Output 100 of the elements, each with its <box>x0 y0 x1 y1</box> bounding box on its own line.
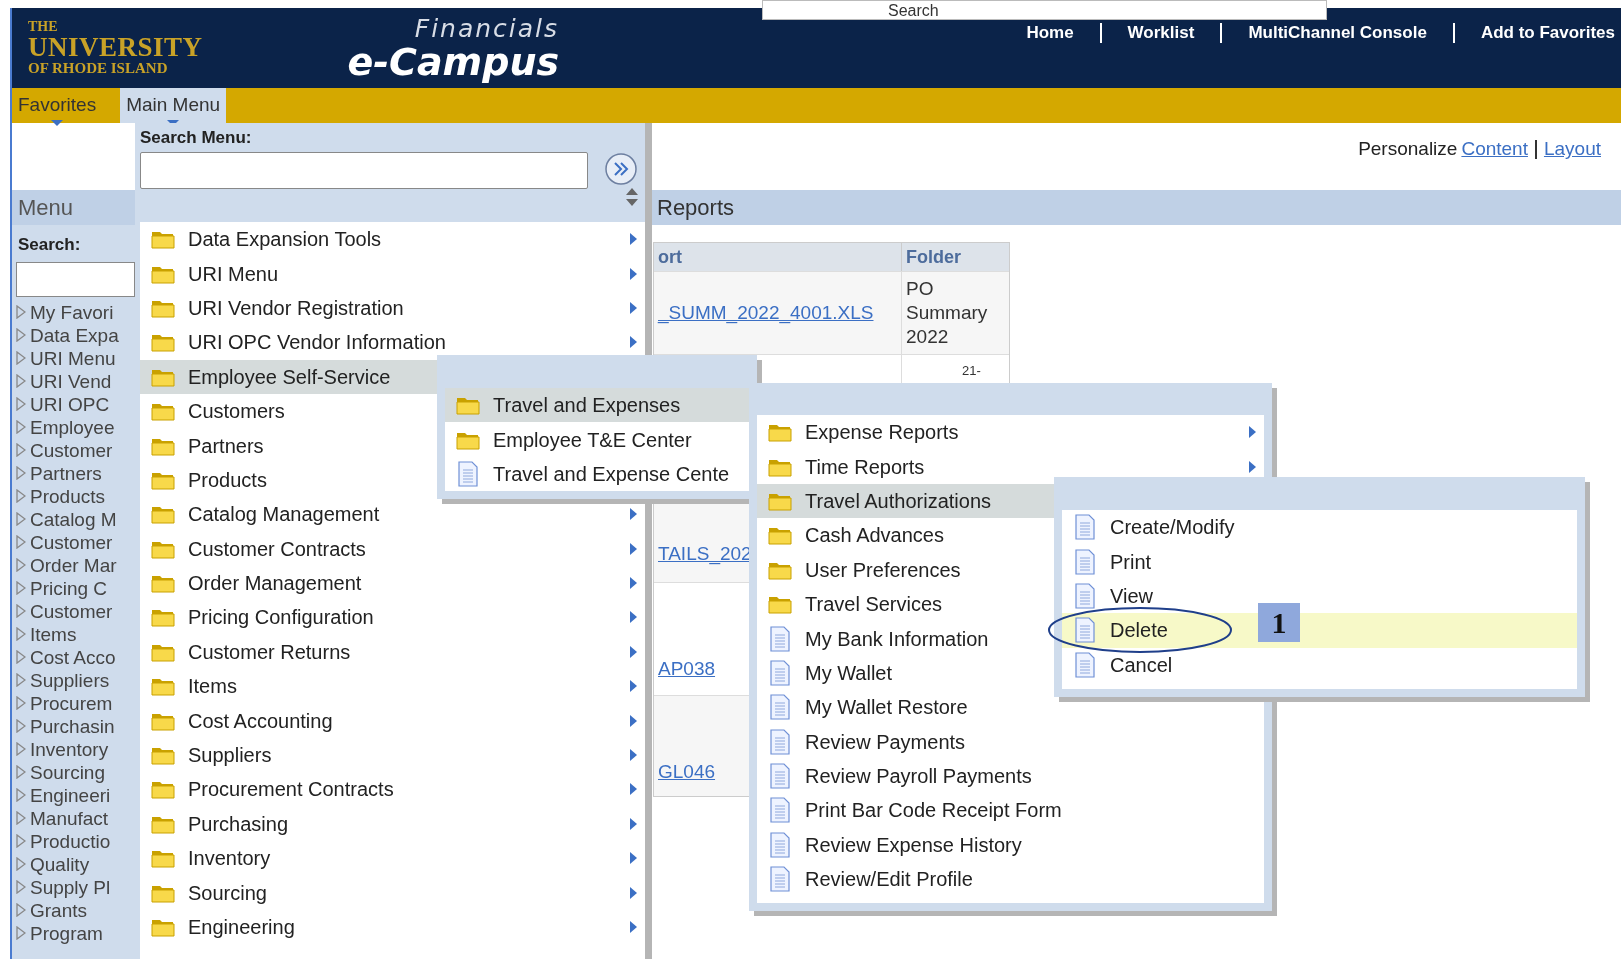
search-field[interactable] <box>16 261 135 297</box>
expand-triangle-icon[interactable] <box>16 857 26 871</box>
tree-item[interactable]: Catalog M <box>30 509 117 529</box>
expand-triangle-icon[interactable] <box>16 834 26 848</box>
expand-triangle-icon[interactable] <box>16 581 26 595</box>
expand-triangle-icon[interactable] <box>16 397 26 411</box>
tree-item[interactable]: Employee <box>30 417 115 437</box>
tree-item[interactable]: Quality <box>30 854 90 874</box>
report-link[interactable]: TAILS_202 <box>658 539 752 568</box>
expand-triangle-icon[interactable] <box>16 351 26 365</box>
document-icon <box>770 728 790 755</box>
tree-item[interactable]: Customer <box>30 532 113 552</box>
menu-item-label: Pricing Configuration <box>188 607 374 628</box>
personalize-link[interactable]: Content <box>1461 135 1528 164</box>
tree-item[interactable]: Procurem <box>30 693 113 713</box>
folder-icon <box>151 745 175 766</box>
expand-triangle-icon[interactable] <box>16 627 26 641</box>
expand-triangle-icon[interactable] <box>16 512 26 526</box>
tree-item[interactable]: Productio <box>30 831 111 851</box>
tree-item[interactable]: Order Mar <box>30 555 117 575</box>
menu-item-label: URI OPC Vendor Information <box>188 332 446 353</box>
document-icon <box>458 460 478 487</box>
expand-triangle-icon[interactable] <box>16 650 26 664</box>
search-field[interactable] <box>140 152 588 189</box>
report-link[interactable]: _SUMM_2022_4001.XLS <box>658 298 874 328</box>
tree-item[interactable]: Products <box>30 486 105 506</box>
menu-item-label: Suppliers <box>188 745 272 766</box>
expand-triangle-icon[interactable] <box>16 765 26 779</box>
tree-item[interactable]: URI Menu <box>30 348 116 368</box>
document-icon <box>770 694 790 721</box>
expand-triangle-icon[interactable] <box>16 788 26 802</box>
folder-icon <box>768 525 792 546</box>
expand-triangle-icon[interactable] <box>16 466 26 480</box>
report-link[interactable]: AP038 <box>658 654 716 683</box>
search-label: Search Menu: <box>140 128 253 148</box>
nav-link[interactable]: Worklist <box>1099 23 1221 43</box>
personalize-label: Personalize <box>1358 137 1458 162</box>
tree-item[interactable]: Purchasin <box>30 716 115 736</box>
menu-tab[interactable]: Favorites <box>12 88 103 123</box>
tree-item[interactable]: Data Expa <box>30 325 119 345</box>
tree-item[interactable]: Inventory <box>30 739 109 759</box>
tree-item[interactable]: Manufact <box>30 808 109 828</box>
expand-triangle-icon[interactable] <box>16 719 26 733</box>
expand-triangle-icon[interactable] <box>16 880 26 894</box>
folder-icon <box>151 229 175 250</box>
search-go-icon[interactable] <box>604 152 638 186</box>
document-icon <box>1075 651 1095 678</box>
tree-item[interactable]: Supply Pl <box>30 877 111 897</box>
expand-triangle-icon[interactable] <box>16 696 26 710</box>
tree-item[interactable]: Sourcing <box>30 762 105 782</box>
tree-item[interactable]: My Favori <box>30 302 114 322</box>
menu-item-label: Customer Contracts <box>188 538 366 559</box>
menu-item-label: Engineering <box>188 917 295 937</box>
document-icon <box>1075 617 1095 644</box>
tree-item[interactable]: Grants <box>30 900 88 920</box>
expand-triangle-icon[interactable] <box>16 328 26 342</box>
document-icon <box>1075 548 1095 575</box>
document-icon <box>770 797 790 824</box>
expand-triangle-icon[interactable] <box>16 374 26 388</box>
sort-icon[interactable] <box>626 188 638 206</box>
search-field[interactable]: Search <box>762 0 1327 20</box>
nav-link[interactable]: MultiChannel Console <box>1220 23 1453 43</box>
nav-link[interactable]: Add to Favorites <box>1452 23 1615 43</box>
tree-item[interactable]: Pricing C <box>30 578 108 598</box>
personalize-link[interactable]: Layout <box>1543 135 1601 164</box>
tree-item[interactable]: URI Vend <box>30 371 112 391</box>
expand-triangle-icon[interactable] <box>16 489 26 503</box>
logo-text: THE <box>28 20 59 34</box>
expand-triangle-icon[interactable] <box>16 673 26 687</box>
menu-tab[interactable]: Main Menu <box>120 88 227 123</box>
app-subtitle: Financials <box>414 15 560 41</box>
tree-item[interactable]: Partners <box>30 463 102 483</box>
table-cell-text: PO Summary 2022 <box>906 277 989 349</box>
nav-link[interactable]: Home <box>1000 23 1100 43</box>
tree-item[interactable]: Cost Acco <box>30 647 116 667</box>
folder-icon <box>151 917 175 937</box>
tree-item[interactable]: URI OPC <box>30 394 110 414</box>
menu-item-label: Employee Self-Service <box>188 366 391 387</box>
expand-triangle-icon[interactable] <box>16 420 26 434</box>
expand-triangle-icon[interactable] <box>16 742 26 756</box>
expand-triangle-icon[interactable] <box>16 305 26 319</box>
expand-triangle-icon[interactable] <box>16 926 26 940</box>
expand-triangle-icon[interactable] <box>16 903 26 917</box>
document-icon <box>770 866 790 893</box>
report-link[interactable]: GL046 <box>658 757 716 786</box>
expand-triangle-icon[interactable] <box>16 811 26 825</box>
expand-triangle-icon[interactable] <box>16 443 26 457</box>
tree-item[interactable]: Suppliers <box>30 670 110 690</box>
document-icon <box>1075 582 1095 609</box>
expand-triangle-icon[interactable] <box>16 535 26 549</box>
tree-item[interactable]: Items <box>30 624 77 644</box>
tree-item[interactable]: Engineeri <box>30 785 111 805</box>
menu-item[interactable]: Travel and Expenses <box>445 388 749 423</box>
expand-triangle-icon[interactable] <box>16 558 26 572</box>
expand-triangle-icon[interactable] <box>16 604 26 618</box>
tree-item[interactable]: Program <box>30 923 103 943</box>
menu-item-label: Create/Modify <box>1110 517 1235 538</box>
tree-item[interactable]: Customer <box>30 440 113 460</box>
tree-item[interactable]: Customer <box>30 601 113 621</box>
folder-icon <box>151 332 175 353</box>
